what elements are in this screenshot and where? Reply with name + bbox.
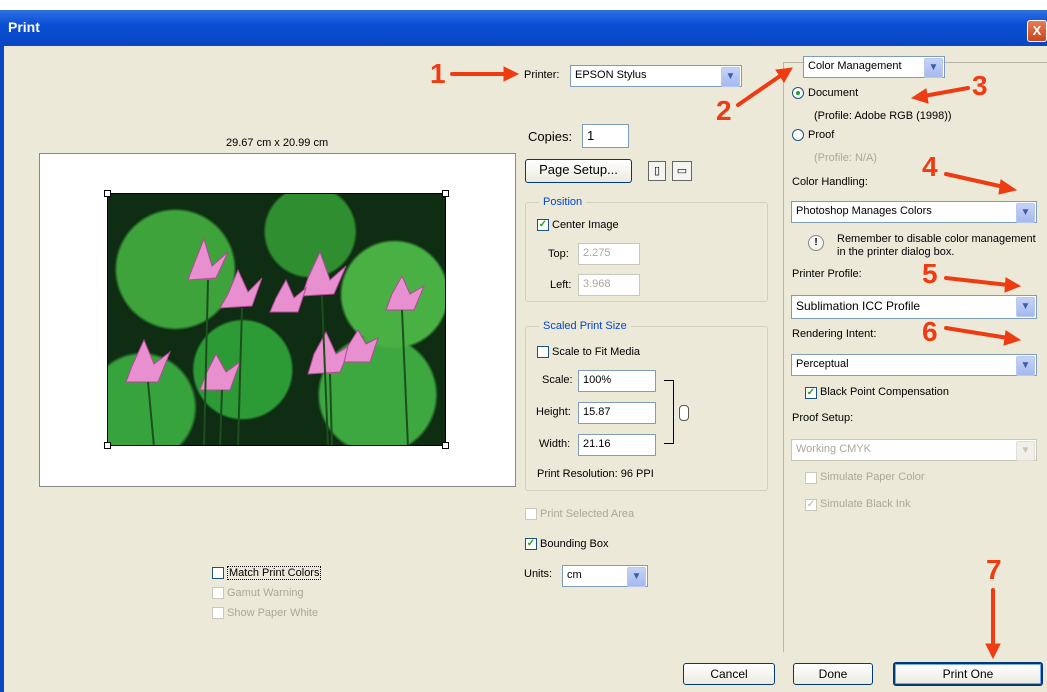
arrow-icon — [910, 88, 929, 104]
arrow-icon — [736, 74, 782, 107]
arrow-icon — [503, 66, 520, 82]
arrow-icon — [944, 276, 1010, 287]
arrow-icon — [944, 172, 1006, 189]
arrow-icon — [944, 326, 1010, 340]
arrow-icon — [1004, 277, 1022, 293]
arrow-icon — [922, 86, 970, 98]
annotation-arrows — [450, 66, 1022, 660]
arrow-icon — [998, 179, 1018, 195]
arrow-icon — [1003, 330, 1022, 346]
arrow-icon — [985, 643, 1001, 660]
